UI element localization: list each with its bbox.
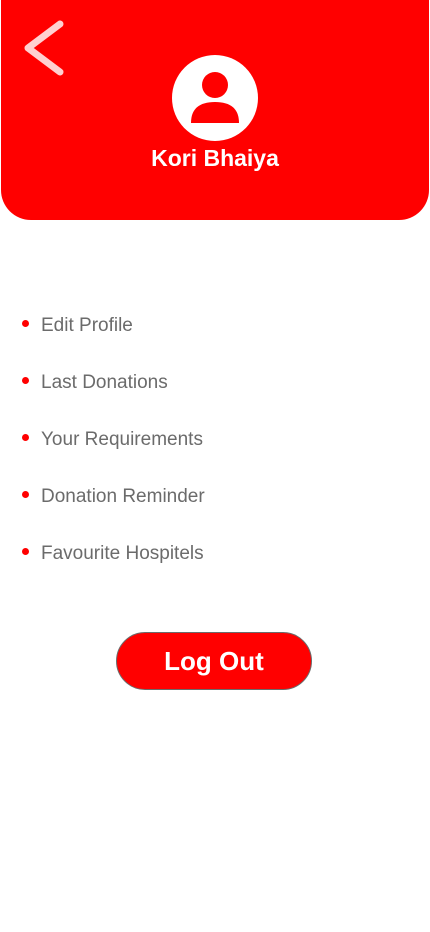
bullet-icon [22, 547, 29, 555]
menu-item-last-donations[interactable]: Last Donations [22, 368, 205, 398]
menu-item-label: Donation Reminder [41, 486, 205, 507]
menu-item-your-requirements[interactable]: Your Requirements [22, 425, 205, 455]
user-avatar-icon [172, 55, 258, 141]
bullet-icon [22, 433, 29, 441]
menu-item-edit-profile[interactable]: Edit Profile [22, 311, 205, 341]
user-name: Kori Bhaiya [151, 145, 279, 171]
bullet-icon [22, 376, 29, 384]
logout-button[interactable]: Log Out [116, 632, 312, 690]
menu-item-label: Last Donations [41, 372, 168, 393]
bullet-icon [22, 490, 29, 498]
avatar [172, 55, 258, 141]
menu-item-donation-reminder[interactable]: Donation Reminder [22, 482, 205, 512]
menu-item-label: Your Requirements [41, 429, 203, 450]
profile-menu: Edit Profile Last Donations Your Require… [22, 311, 205, 596]
menu-item-favourite-hospitels[interactable]: Favourite Hospitels [22, 539, 205, 569]
bullet-icon [22, 319, 29, 327]
menu-item-label: Edit Profile [41, 315, 133, 336]
menu-item-label: Favourite Hospitels [41, 543, 204, 564]
back-button[interactable] [16, 14, 72, 84]
chevron-left-icon [16, 14, 72, 84]
